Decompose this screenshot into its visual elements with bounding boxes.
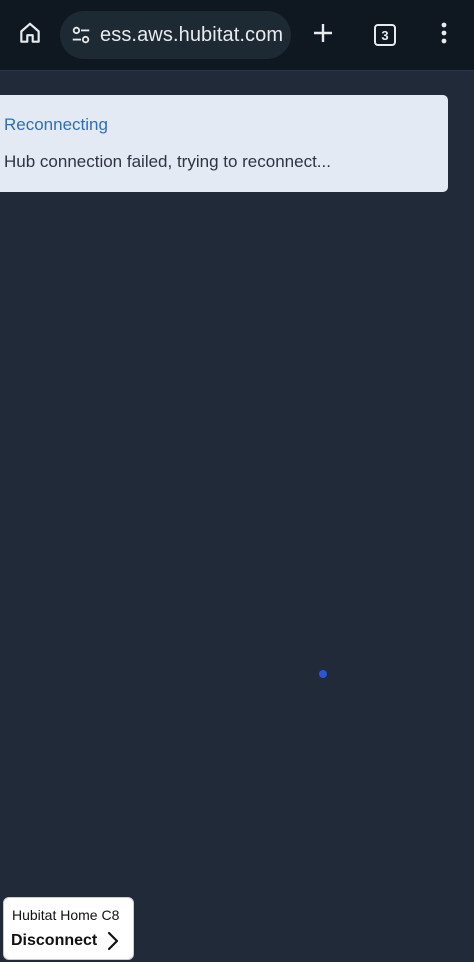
- chevron-right-icon[interactable]: [107, 931, 119, 951]
- home-icon: [17, 20, 43, 51]
- reconnecting-alert: Reconnecting Hub connection failed, tryi…: [0, 95, 448, 192]
- home-button[interactable]: [10, 14, 50, 56]
- browser-toolbar: ess.aws.hubitat.com 3: [0, 0, 474, 71]
- alert-title: Reconnecting: [4, 115, 108, 134]
- hub-card: Hubitat Home C8 Disconnect: [3, 897, 134, 960]
- url-text[interactable]: ess.aws.hubitat.com: [100, 24, 283, 47]
- disconnect-button[interactable]: Disconnect: [11, 931, 119, 951]
- tab-switcher-button[interactable]: 3: [365, 14, 405, 56]
- tune-icon[interactable]: [69, 23, 93, 47]
- disconnect-label[interactable]: Disconnect: [11, 932, 97, 950]
- browser-menu-button[interactable]: [424, 14, 464, 56]
- address-bar[interactable]: ess.aws.hubitat.com: [60, 11, 291, 59]
- hub-name: Hubitat Home C8: [12, 907, 120, 923]
- alert-message: Hub connection failed, trying to reconne…: [4, 152, 331, 171]
- tab-switcher-icon: 3: [374, 24, 396, 46]
- plus-icon: [311, 21, 335, 50]
- new-tab-button[interactable]: [303, 14, 343, 56]
- tab-count: 3: [381, 27, 389, 43]
- loading-indicator: [319, 670, 327, 678]
- more-vert-icon: [440, 21, 448, 50]
- page: ess.aws.hubitat.com 3 Reconnecting Hub c…: [0, 0, 474, 962]
